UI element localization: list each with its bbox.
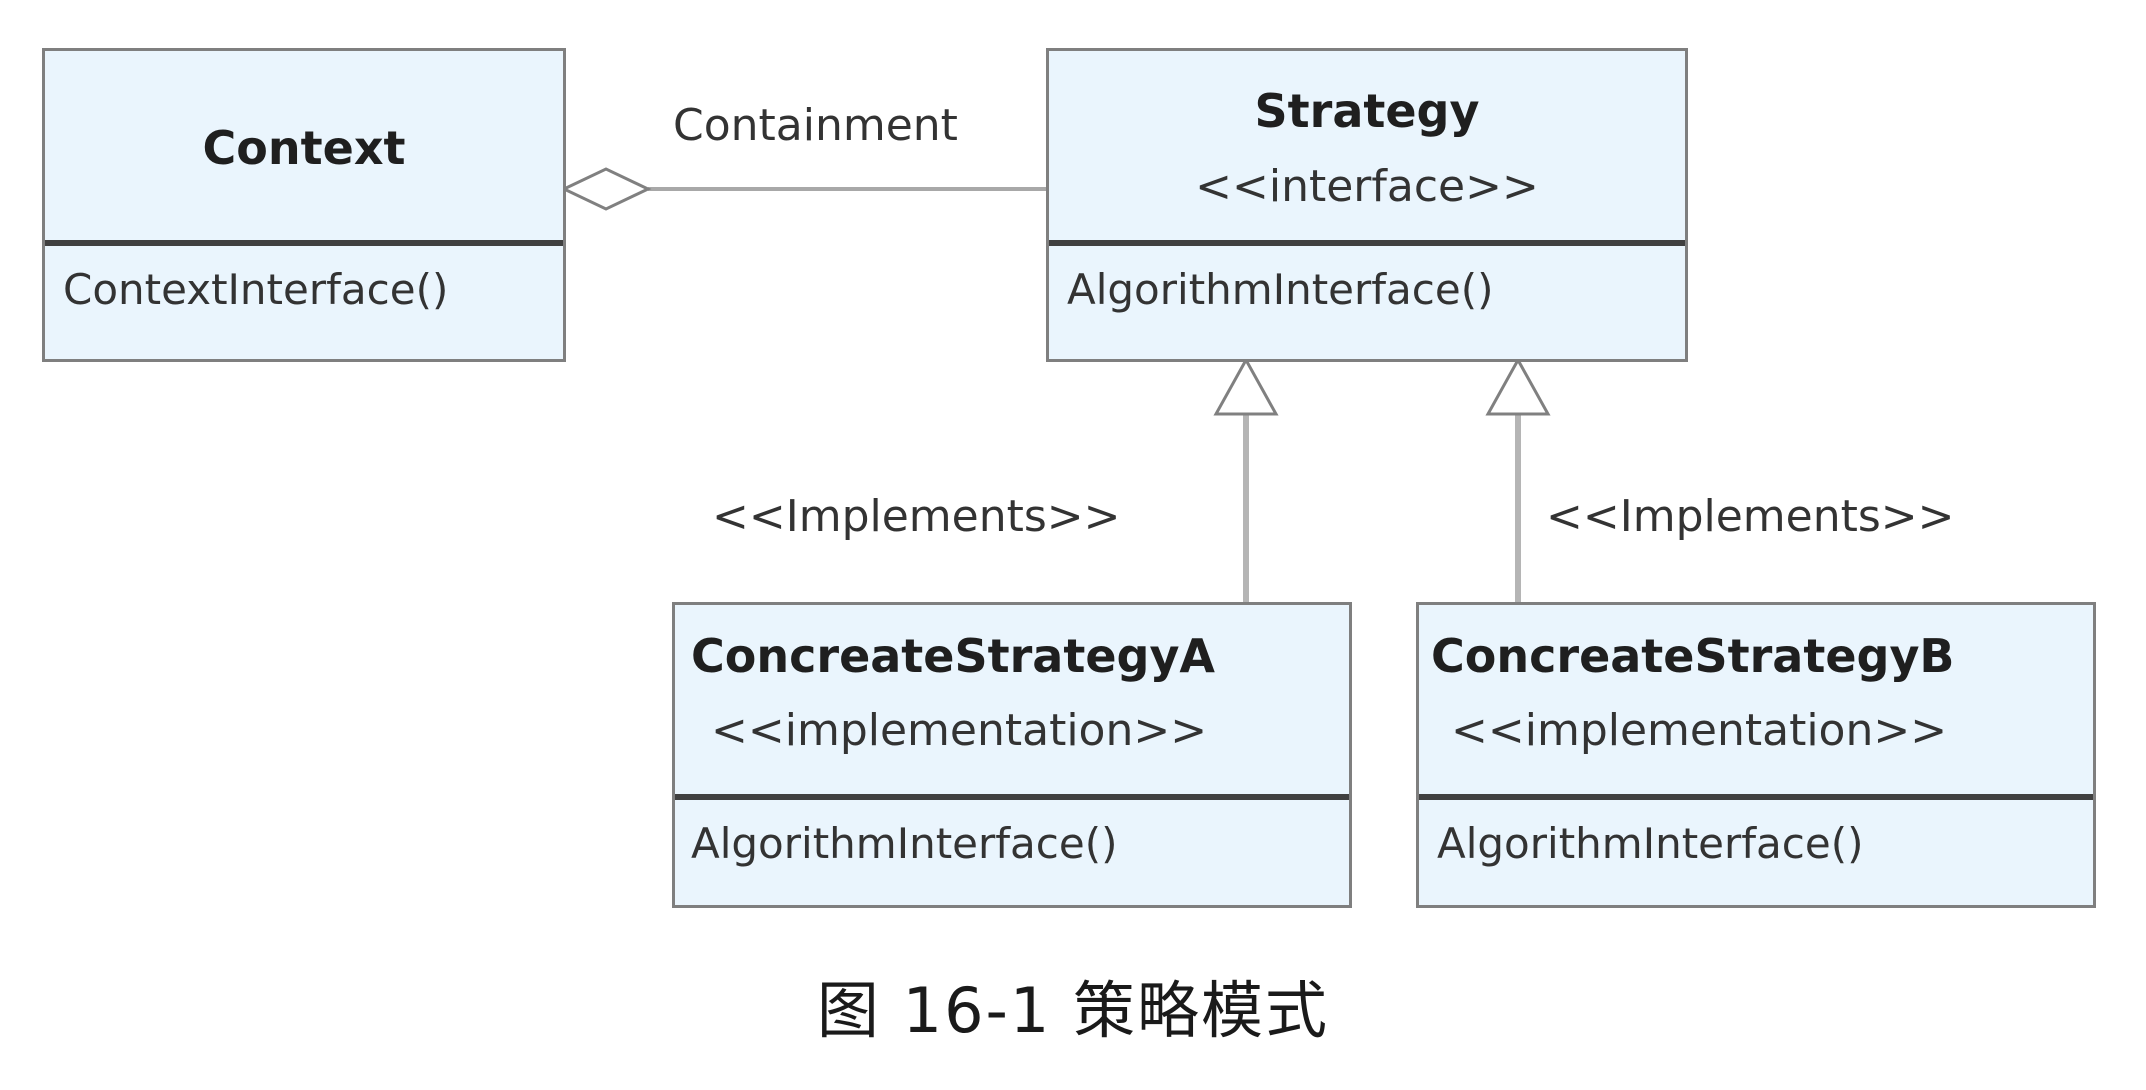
strategy-header: Strategy <<interface>> (1049, 51, 1685, 246)
context-class-name: Context (202, 121, 406, 175)
strategy-stereotype: <<interface>> (1195, 161, 1539, 212)
implements-a-arrowhead-icon (1213, 356, 1279, 416)
concrete-strategy-a-method: AlgorithmInterface() (691, 819, 1118, 868)
strategy-method: AlgorithmInterface() (1067, 265, 1494, 314)
figure-caption: 图 16-1 策略模式 (816, 974, 1330, 1047)
context-class: Context ContextInterface() (42, 48, 566, 362)
concrete-strategy-a-class-name: ConcreateStrategyA (691, 629, 1216, 683)
strategy-class-name: Strategy (1254, 84, 1480, 138)
concrete-strategy-b-class: ConcreateStrategyB <<implementation>> Al… (1416, 602, 2096, 908)
concrete-strategy-b-stereotype: <<implementation>> (1451, 705, 1948, 756)
implements-b-arrowhead-icon (1485, 356, 1551, 416)
concrete-strategy-a-class: ConcreateStrategyA <<implementation>> Al… (672, 602, 1352, 908)
aggregation-diamond-icon (560, 167, 652, 211)
concrete-strategy-b-method: AlgorithmInterface() (1437, 819, 1864, 868)
implements-b-label: <<Implements>> (1546, 491, 1955, 542)
concrete-strategy-b-header: ConcreateStrategyB <<implementation>> (1419, 605, 2093, 800)
concrete-strategy-a-stereotype: <<implementation>> (711, 705, 1208, 756)
containment-label: Containment (673, 100, 958, 151)
context-method: ContextInterface() (63, 265, 449, 314)
strategy-class: Strategy <<interface>> AlgorithmInterfac… (1046, 48, 1688, 362)
implements-a-label: <<Implements>> (712, 491, 1121, 542)
concrete-strategy-a-header: ConcreateStrategyA <<implementation>> (675, 605, 1349, 800)
concrete-strategy-b-class-name: ConcreateStrategyB (1431, 629, 1955, 683)
context-header: Context (45, 51, 563, 246)
